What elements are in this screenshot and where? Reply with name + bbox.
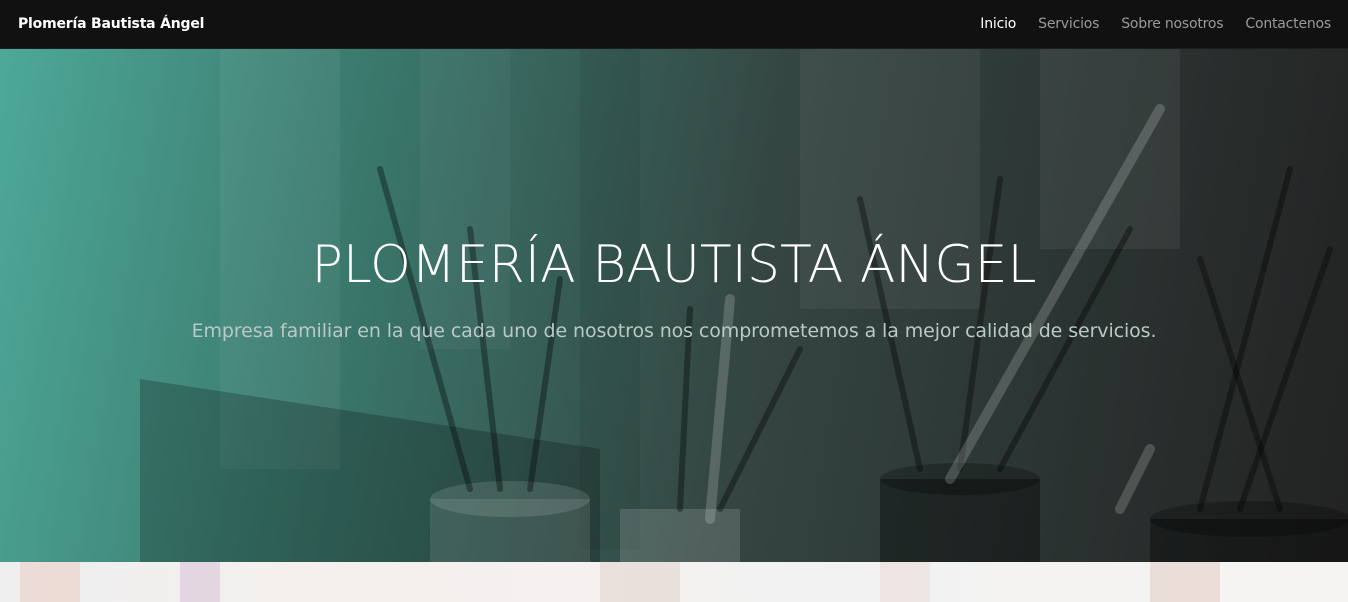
top-navbar: Plomería Bautista Ángel Inicio Servicios…	[0, 0, 1348, 49]
nav-link-servicios[interactable]: Servicios	[1038, 16, 1099, 32]
brand-link[interactable]: Plomería Bautista Ángel	[18, 16, 204, 32]
next-section-preview	[0, 562, 1348, 602]
hero-section: PLOMERÍA BAUTISTA ÁNGEL Empresa familiar…	[0, 49, 1348, 562]
nav-link-inicio[interactable]: Inicio	[980, 16, 1016, 32]
nav-link-contactenos[interactable]: Contactenos	[1245, 16, 1331, 32]
nav-links: Inicio Servicios Sobre nosotros Contacte…	[980, 16, 1331, 32]
hero-content: PLOMERÍA BAUTISTA ÁNGEL Empresa familiar…	[0, 49, 1348, 562]
nav-link-sobre-nosotros[interactable]: Sobre nosotros	[1121, 16, 1223, 32]
hero-subtitle: Empresa familiar en la que cada uno de n…	[191, 320, 1157, 343]
section-background-image	[20, 562, 1220, 602]
hero-title: PLOMERÍA BAUTISTA ÁNGEL	[311, 234, 1037, 295]
